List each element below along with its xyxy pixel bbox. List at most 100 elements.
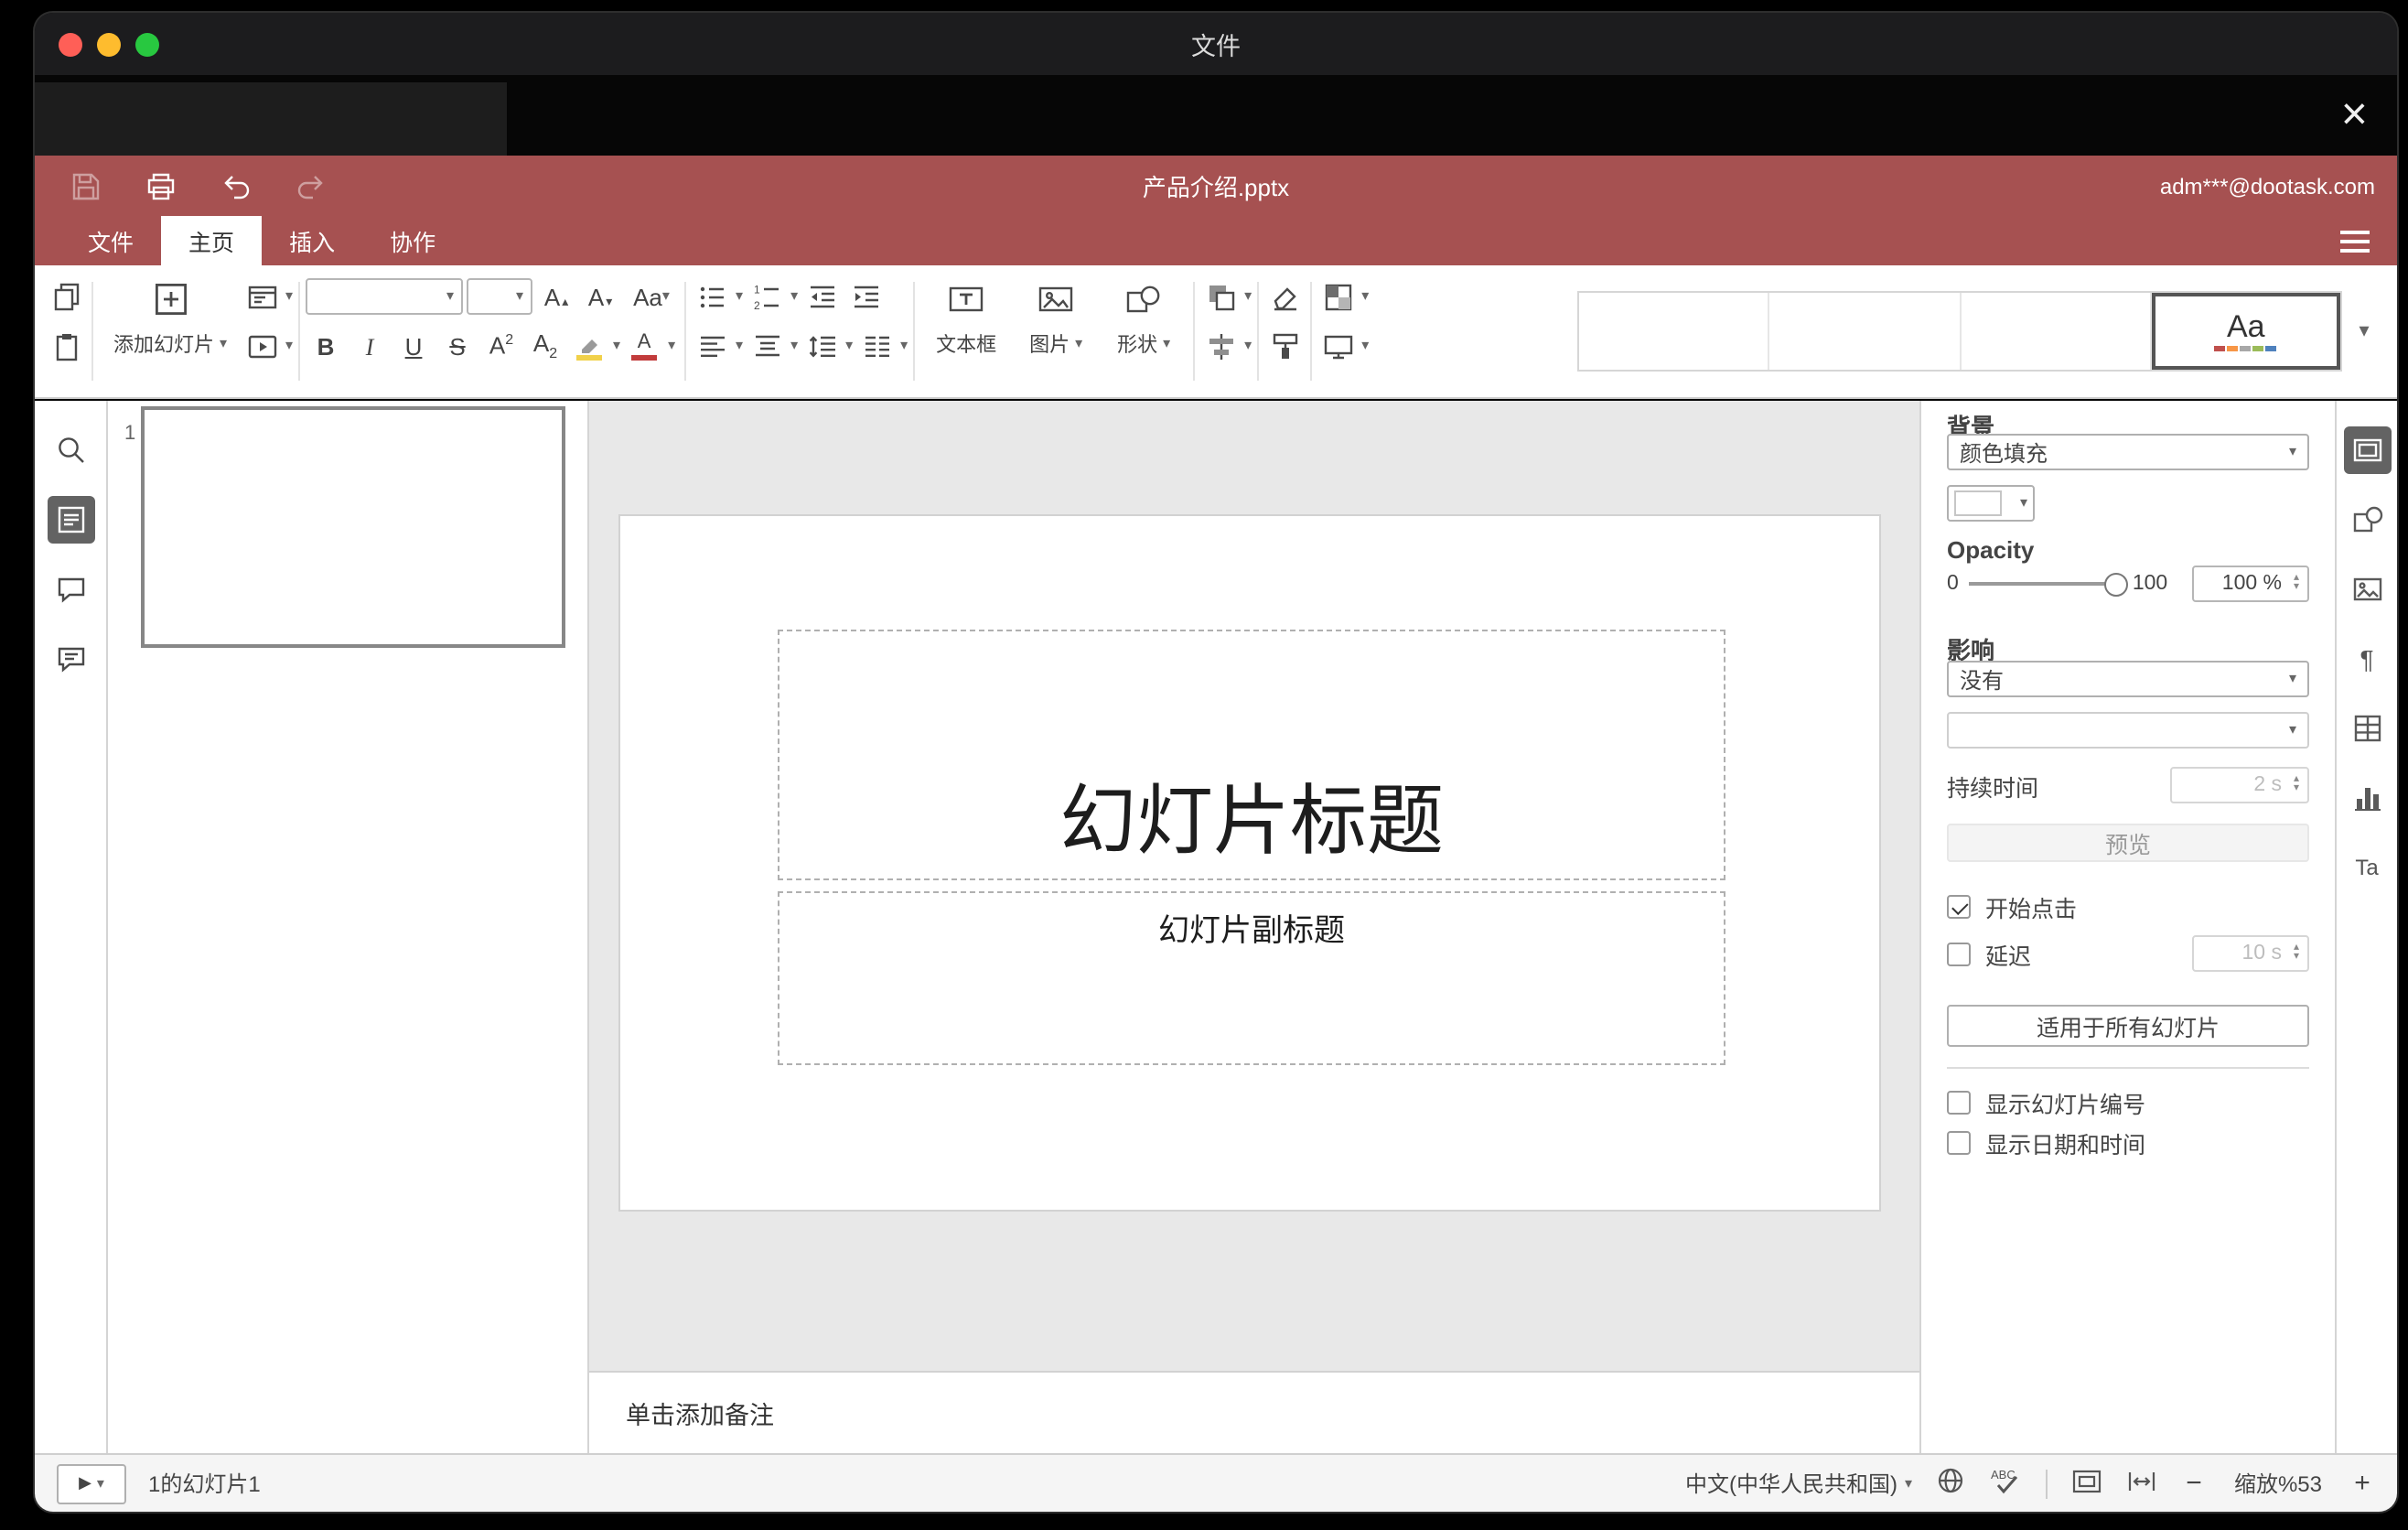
vertical-align-button[interactable]: [747, 326, 787, 366]
image-settings-tab[interactable]: [2343, 566, 2391, 613]
slide-settings-tab[interactable]: [2343, 426, 2391, 474]
tab-home[interactable]: 主页: [161, 216, 263, 265]
font-name-combo[interactable]: ▾: [306, 278, 464, 315]
underline-button[interactable]: U: [393, 326, 434, 366]
duration-spinner[interactable]: 2 s ▴ ▾: [2170, 767, 2309, 803]
delay-checkbox[interactable]: 延迟: [1947, 936, 2031, 971]
theme-option-2[interactable]: [1769, 293, 1961, 370]
insert-image-button[interactable]: 图片 ▾: [1012, 265, 1100, 397]
bold-button[interactable]: B: [306, 326, 346, 366]
maximize-traffic-button[interactable]: [135, 32, 159, 56]
strikethrough-button[interactable]: S: [437, 326, 478, 366]
highlight-color-button[interactable]: [569, 326, 609, 366]
theme-option-selected[interactable]: Aa: [2151, 293, 2340, 370]
slide-size-button[interactable]: [1317, 326, 1358, 366]
chart-settings-tab[interactable]: [2343, 774, 2391, 822]
show-date-time-checkbox[interactable]: 显示日期和时间: [1947, 1126, 2309, 1160]
opacity-slider-knob[interactable]: [2104, 573, 2129, 597]
start-on-click-checkbox[interactable]: 开始点击: [1947, 889, 2309, 924]
horizontal-align-button[interactable]: [692, 326, 732, 366]
chat-button[interactable]: [47, 635, 94, 683]
checkbox-unchecked[interactable]: [1947, 942, 1971, 965]
delay-spinner[interactable]: 10 s ▴ ▾: [2192, 935, 2309, 972]
close-button[interactable]: ×: [2341, 92, 2368, 138]
theme-option-3[interactable]: [1961, 293, 2152, 370]
table-settings-tab[interactable]: [2343, 705, 2391, 752]
print-button[interactable]: [143, 167, 179, 204]
apply-to-all-button[interactable]: 适用于所有幻灯片: [1947, 1005, 2309, 1047]
zoom-out-button[interactable]: −: [2181, 1470, 2207, 1497]
opacity-slider[interactable]: [1969, 573, 2129, 597]
close-traffic-button[interactable]: [59, 32, 82, 56]
line-spacing-button[interactable]: [801, 326, 842, 366]
spellcheck-button[interactable]: ABC: [1989, 1466, 2022, 1501]
insert-shape-button[interactable]: 形状 ▾: [1100, 265, 1188, 397]
minimize-traffic-button[interactable]: [97, 32, 121, 56]
show-slide-number-checkbox[interactable]: 显示幻灯片编号: [1947, 1085, 2309, 1120]
checkbox-checked[interactable]: [1947, 895, 1971, 919]
numbering-button[interactable]: 12: [747, 276, 787, 317]
fit-width-button[interactable]: [2126, 1467, 2157, 1500]
eraser-icon: [1273, 286, 1296, 310]
add-slide-button[interactable]: 添加幻灯片 ▾: [99, 265, 242, 397]
font-size-combo[interactable]: ▾: [467, 278, 533, 315]
checkbox-unchecked[interactable]: [1947, 1091, 1971, 1115]
superscript-button[interactable]: A2: [481, 326, 521, 366]
tab-insert[interactable]: 插入: [262, 216, 362, 265]
copy-style-button[interactable]: [1264, 326, 1305, 366]
increase-indent-button[interactable]: [845, 276, 886, 317]
fill-type-select[interactable]: 颜色填充 ▾: [1947, 434, 2309, 470]
bullets-button[interactable]: [692, 276, 732, 317]
font-color-button[interactable]: A: [624, 326, 664, 366]
slide-subtitle-placeholder[interactable]: 幻灯片副标题: [778, 891, 1725, 1065]
align-shapes-button[interactable]: [1200, 326, 1241, 366]
decrease-indent-button[interactable]: [801, 276, 842, 317]
start-slideshow-button[interactable]: ▶ ▾: [57, 1463, 126, 1503]
slide-title-placeholder[interactable]: 幻灯片标题: [778, 630, 1725, 880]
slide-layout-button[interactable]: [242, 276, 282, 317]
slides-panel-button[interactable]: [47, 496, 94, 544]
redo-button[interactable]: [293, 167, 329, 204]
table-settings-icon: [2353, 715, 2381, 742]
opacity-value-spinner[interactable]: 100 % ▴ ▾: [2192, 566, 2309, 602]
slide-thumbnail[interactable]: [141, 406, 565, 648]
change-case-button[interactable]: Aa ▾: [624, 276, 679, 317]
fit-slide-button[interactable]: [2071, 1467, 2102, 1500]
columns-button[interactable]: [856, 326, 897, 366]
font-increase-button[interactable]: A ▴: [536, 276, 576, 317]
tab-file[interactable]: 文件: [60, 216, 161, 265]
checkbox-unchecked[interactable]: [1947, 1131, 1971, 1155]
shape-settings-tab[interactable]: [2343, 496, 2391, 544]
clear-style-button[interactable]: [1264, 276, 1305, 317]
notes-area[interactable]: 单击添加备注: [589, 1371, 1919, 1453]
search-button[interactable]: [47, 426, 94, 474]
save-button[interactable]: [68, 167, 104, 204]
preview-button[interactable]: 预览: [1947, 824, 2309, 862]
copy-button[interactable]: [46, 276, 86, 317]
font-decrease-button[interactable]: A ▾: [580, 276, 620, 317]
zoom-in-button[interactable]: +: [2349, 1470, 2375, 1497]
effect-option-select[interactable]: ▾: [1947, 712, 2309, 749]
columns-icon: [865, 335, 889, 356]
menu-button[interactable]: [2340, 231, 2370, 253]
undo-button[interactable]: [218, 167, 254, 204]
theme-option-1[interactable]: [1579, 293, 1770, 370]
set-language-button[interactable]: [1936, 1466, 1965, 1501]
tab-collaboration[interactable]: 协作: [362, 216, 463, 265]
font-color-bar: [631, 354, 658, 360]
start-preview-button[interactable]: [242, 326, 282, 366]
comments-button[interactable]: [47, 566, 94, 613]
fill-color-select[interactable]: ▾: [1947, 485, 2035, 522]
arrange-shapes-button[interactable]: [1200, 276, 1241, 317]
language-selector[interactable]: 中文(中华人民共和国) ▾: [1685, 1468, 1912, 1499]
insert-textbox-button[interactable]: 文本框: [920, 265, 1012, 397]
paragraph-settings-tab[interactable]: ¶: [2343, 635, 2391, 683]
toolbar-collapse-button[interactable]: ▾: [2342, 265, 2386, 397]
paste-button[interactable]: [46, 326, 86, 366]
slide-canvas[interactable]: 幻灯片标题 幻灯片副标题: [618, 514, 1881, 1212]
color-scheme-button[interactable]: [1317, 276, 1358, 317]
subscript-button[interactable]: A2: [525, 326, 565, 366]
italic-button[interactable]: I: [349, 326, 390, 366]
effect-select[interactable]: 没有 ▾: [1947, 661, 2309, 697]
textart-settings-tab[interactable]: Ta: [2343, 844, 2391, 891]
